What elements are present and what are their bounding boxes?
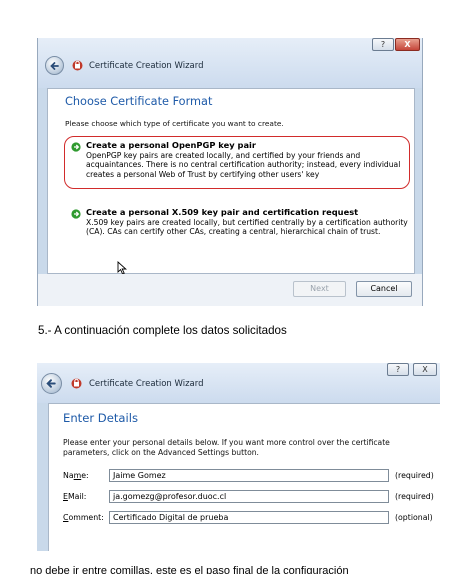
help-button[interactable]: ?	[372, 38, 394, 51]
step-caption: 5.- A continuación complete los datos so…	[38, 324, 287, 337]
wizard-content-panel: Enter Details Please enter your personal…	[48, 403, 440, 551]
comment-label: Comment:	[63, 513, 104, 522]
next-button[interactable]: Next	[293, 281, 346, 297]
option-x509[interactable]: Create a personal X.509 key pair and cer…	[86, 207, 408, 237]
option-description: X.509 key pairs are created locally, but…	[86, 218, 408, 237]
cancel-button[interactable]: Cancel	[356, 281, 412, 297]
option-arrow-icon	[71, 142, 81, 152]
close-button[interactable]: X	[395, 38, 420, 51]
close-button[interactable]: X	[413, 363, 437, 376]
comment-optional-note: (optional)	[395, 513, 433, 522]
wizard-content-panel: Choose Certificate Format Please choose …	[47, 88, 415, 275]
wizard-titlebar: ? X Certificate Creation Wizard	[37, 363, 440, 403]
back-arrow-icon[interactable]	[41, 373, 62, 394]
wizard-footer: Next Cancel	[38, 274, 422, 306]
name-field[interactable]: Jaime Gomez	[109, 469, 389, 482]
wizard-titlebar: ? X Certificate Creation Wizard	[38, 38, 422, 88]
window-title: Certificate Creation Wizard	[89, 61, 204, 71]
help-button[interactable]: ?	[387, 363, 409, 376]
option-title: Create a personal X.509 key pair and cer…	[86, 207, 359, 217]
option-title: Create a personal OpenPGP key pair	[86, 140, 256, 150]
wizard-screenshot-details: ? X Certificate Creation Wizard Enter De…	[37, 363, 440, 551]
cut-off-text: no debe ir entre comillas, este es el pa…	[30, 566, 349, 574]
name-required-note: (required)	[395, 471, 434, 480]
mouse-cursor-icon	[117, 261, 127, 275]
option-openpgp[interactable]: Create a personal OpenPGP key pair OpenP…	[86, 140, 408, 186]
email-label: EMail:	[63, 492, 87, 501]
wizard-screenshot-format: ? X Certificate Creation Wizard Choose C…	[37, 38, 423, 306]
option-arrow-icon	[71, 209, 81, 219]
option-description: OpenPGP key pairs are created locally, a…	[86, 151, 401, 179]
page-heading: Choose Certificate Format	[65, 95, 213, 108]
comment-field[interactable]: Certificado Digital de prueba	[109, 511, 389, 524]
instruction-text: Please choose which type of certificate …	[65, 119, 284, 128]
email-required-note: (required)	[395, 492, 434, 501]
page-heading: Enter Details	[63, 411, 138, 425]
certificate-app-icon	[71, 378, 82, 389]
name-label: Name:	[63, 471, 89, 480]
email-field[interactable]: ja.gomezg@profesor.duoc.cl	[109, 490, 389, 503]
window-title: Certificate Creation Wizard	[89, 379, 204, 389]
certificate-app-icon	[72, 60, 83, 71]
back-arrow-icon[interactable]	[45, 56, 64, 75]
instruction-text: Please enter your personal details below…	[63, 438, 390, 457]
